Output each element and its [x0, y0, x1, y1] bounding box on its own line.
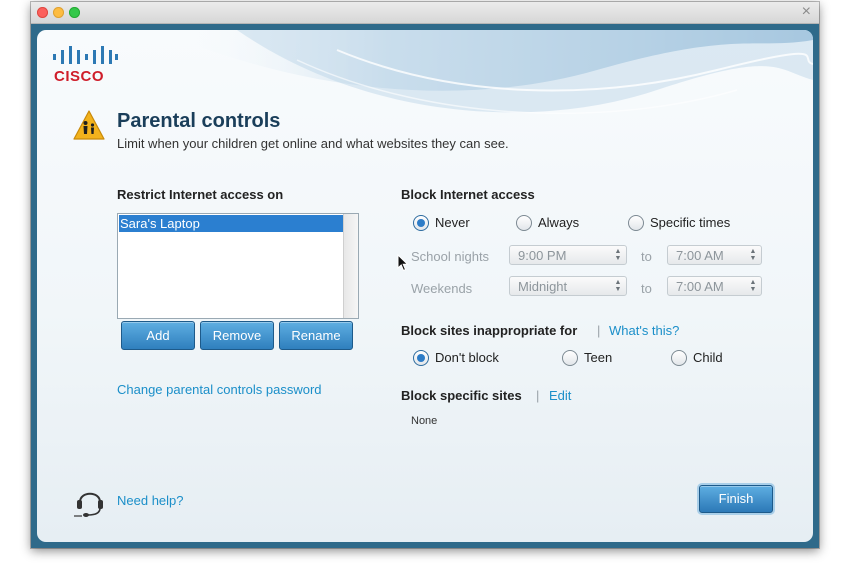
- stepper-icon: ▲ ▼: [749, 279, 757, 293]
- radio-teen-label: Teen: [584, 350, 613, 365]
- school-nights-to-select[interactable]: 7:00 AM ▲ ▼: [667, 245, 762, 265]
- add-device-button[interactable]: Add: [121, 321, 195, 350]
- radio-always-control[interactable]: [516, 215, 532, 231]
- stepper-icon: ▲ ▼: [614, 279, 622, 293]
- zoom-window-button[interactable]: [69, 7, 80, 18]
- block-sites-label: Block sites inappropriate for: [401, 323, 578, 338]
- radio-specific-times-label: Specific times: [650, 215, 731, 230]
- page-title: Parental controls: [117, 110, 281, 132]
- specific-sites-value: None: [411, 415, 438, 427]
- headset-icon: [74, 492, 103, 517]
- device-list[interactable]: Sara's Laptop: [117, 213, 359, 319]
- weekends-to-label: to: [641, 281, 652, 296]
- need-help-link[interactable]: Need help?: [117, 493, 184, 508]
- device-list-scrollbar[interactable]: [343, 214, 358, 318]
- list-item[interactable]: Sara's Laptop: [119, 215, 344, 232]
- mouse-cursor-icon: [397, 254, 409, 272]
- school-nights-from-value: 9:00 PM: [518, 248, 567, 263]
- rename-device-button[interactable]: Rename: [279, 321, 353, 350]
- radio-child-label: Child: [693, 350, 723, 365]
- radio-never-control[interactable]: [413, 215, 429, 231]
- close-window-button[interactable]: [37, 7, 48, 18]
- close-icon[interactable]: ×: [802, 3, 811, 21]
- radio-never-label: Never: [435, 215, 470, 230]
- block-sites-separator: |: [597, 323, 601, 338]
- school-nights-label: School nights: [411, 249, 490, 264]
- app-window: × CISCO Parental controls Limit when you…: [31, 2, 819, 548]
- page-subtitle: Limit when your children get online and …: [117, 136, 509, 151]
- school-nights-from-select[interactable]: 9:00 PM ▲ ▼: [509, 245, 627, 265]
- specific-sites-label: Block specific sites: [401, 388, 522, 403]
- school-nights-to-value: 7:00 AM: [676, 248, 724, 263]
- minimize-window-button[interactable]: [53, 7, 64, 18]
- stepper-icon: ▲ ▼: [614, 248, 622, 262]
- weekends-from-value: Midnight: [518, 279, 568, 294]
- change-password-link[interactable]: Change parental controls password: [117, 382, 322, 397]
- school-nights-to-label: to: [641, 249, 652, 264]
- title-bar[interactable]: ×: [31, 2, 819, 24]
- brand-logo: CISCO: [54, 68, 105, 85]
- edit-sites-link[interactable]: Edit: [549, 388, 571, 403]
- cisco-bridge-icon: [53, 46, 118, 64]
- restrict-access-label: Restrict Internet access on: [117, 187, 284, 202]
- radio-child-control[interactable]: [671, 350, 687, 366]
- block-access-label: Block Internet access: [401, 187, 535, 202]
- weekends-label: Weekends: [411, 281, 473, 296]
- weekends-to-value: 7:00 AM: [676, 279, 724, 294]
- radio-always-label: Always: [538, 215, 580, 230]
- weekends-from-select[interactable]: Midnight ▲ ▼: [509, 276, 627, 296]
- finish-button[interactable]: Finish: [699, 485, 773, 513]
- radio-dont-block-label: Don't block: [435, 350, 499, 365]
- radio-specific-times-control[interactable]: [628, 215, 644, 231]
- weekends-to-select[interactable]: 7:00 AM ▲ ▼: [667, 276, 762, 296]
- whats-this-link[interactable]: What's this?: [609, 323, 679, 338]
- remove-device-button[interactable]: Remove: [200, 321, 274, 350]
- radio-teen-control[interactable]: [562, 350, 578, 366]
- specific-sites-separator: |: [536, 388, 540, 403]
- stepper-icon: ▲ ▼: [749, 248, 757, 262]
- parental-controls-panel: CISCO Parental controls Limit when your …: [37, 30, 813, 542]
- radio-dont-block-control[interactable]: [413, 350, 429, 366]
- warning-children-icon: [73, 110, 105, 140]
